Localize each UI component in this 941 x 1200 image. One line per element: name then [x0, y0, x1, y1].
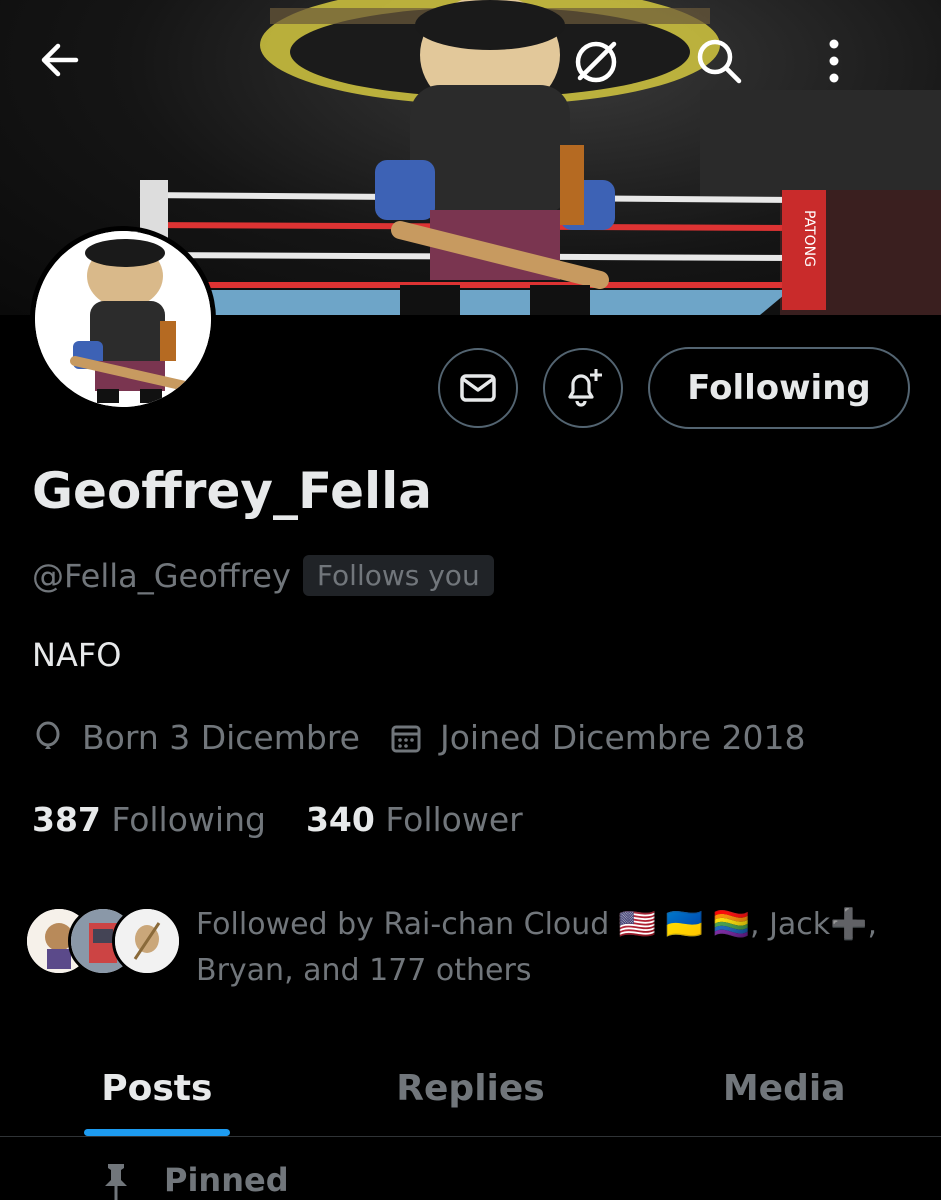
tab-posts-label: Posts	[101, 1067, 213, 1109]
profile-handle: @Fella_Geoffrey	[32, 556, 291, 595]
profile-meta: Born 3 Dicembre Joined Dicembre 2018	[32, 718, 835, 757]
active-tab-indicator	[83, 1129, 230, 1136]
follower-stat[interactable]: 340 Follower	[306, 800, 523, 839]
tab-replies[interactable]: Replies	[314, 1040, 628, 1136]
joined-text: Joined Dicembre 2018	[439, 718, 806, 757]
follow-stats: 387 Following 340 Follower	[32, 800, 563, 839]
follower-avatar	[112, 906, 182, 976]
profile-bio: NAFO	[32, 636, 122, 674]
join-date: Joined Dicembre 2018	[390, 718, 805, 757]
search-button[interactable]	[694, 36, 770, 112]
tab-media[interactable]: Media	[627, 1040, 941, 1136]
follower-count: 340	[305, 800, 375, 839]
followed-by-text: Followed by Rai-chan Cloud 🇺🇸 🇺🇦 🏳️‍🌈, J…	[196, 907, 878, 988]
calendar-icon	[391, 725, 421, 752]
balloon-icon	[36, 721, 60, 749]
search-icon	[697, 39, 742, 84]
back-button[interactable]	[36, 36, 112, 112]
more-vertical-icon	[829, 39, 839, 83]
grok-icon	[575, 41, 617, 83]
grok-button[interactable]	[570, 36, 646, 112]
banner-patong-text: PATONG	[801, 210, 817, 267]
follows-you-badge: Follows you	[302, 555, 494, 596]
tab-posts[interactable]: Posts	[0, 1040, 314, 1136]
profile-tabs: Posts Replies Media	[0, 1040, 941, 1137]
following-label: Following	[111, 800, 266, 839]
tab-media-label: Media	[722, 1067, 846, 1109]
following-button[interactable]: Following	[648, 347, 910, 429]
profile-avatar[interactable]	[30, 226, 216, 412]
arrow-left-icon	[41, 43, 79, 77]
display-name: Geoffrey_Fella	[32, 462, 433, 520]
message-button[interactable]	[438, 348, 518, 428]
mail-icon	[460, 374, 496, 402]
notifications-button[interactable]	[543, 348, 623, 428]
following-count: 387	[32, 800, 101, 839]
handle-row: @Fella_Geoffrey Follows you	[32, 555, 494, 596]
followed-by[interactable]: Followed by Rai-chan Cloud 🇺🇸 🇺🇦 🏳️‍🌈, J…	[24, 902, 916, 994]
following-stat[interactable]: 387 Following	[32, 800, 266, 839]
born-text: Born 3 Dicembre	[82, 718, 360, 757]
pinned-label: Pinned	[164, 1161, 289, 1199]
pinned-header: Pinned	[98, 1160, 289, 1200]
bell-plus-icon	[568, 369, 602, 407]
birthday: Born 3 Dicembre	[32, 718, 360, 757]
tab-replies-label: Replies	[396, 1067, 545, 1109]
more-button[interactable]	[824, 36, 900, 112]
pin-icon	[105, 1164, 127, 1200]
follower-label: Follower	[385, 800, 523, 839]
